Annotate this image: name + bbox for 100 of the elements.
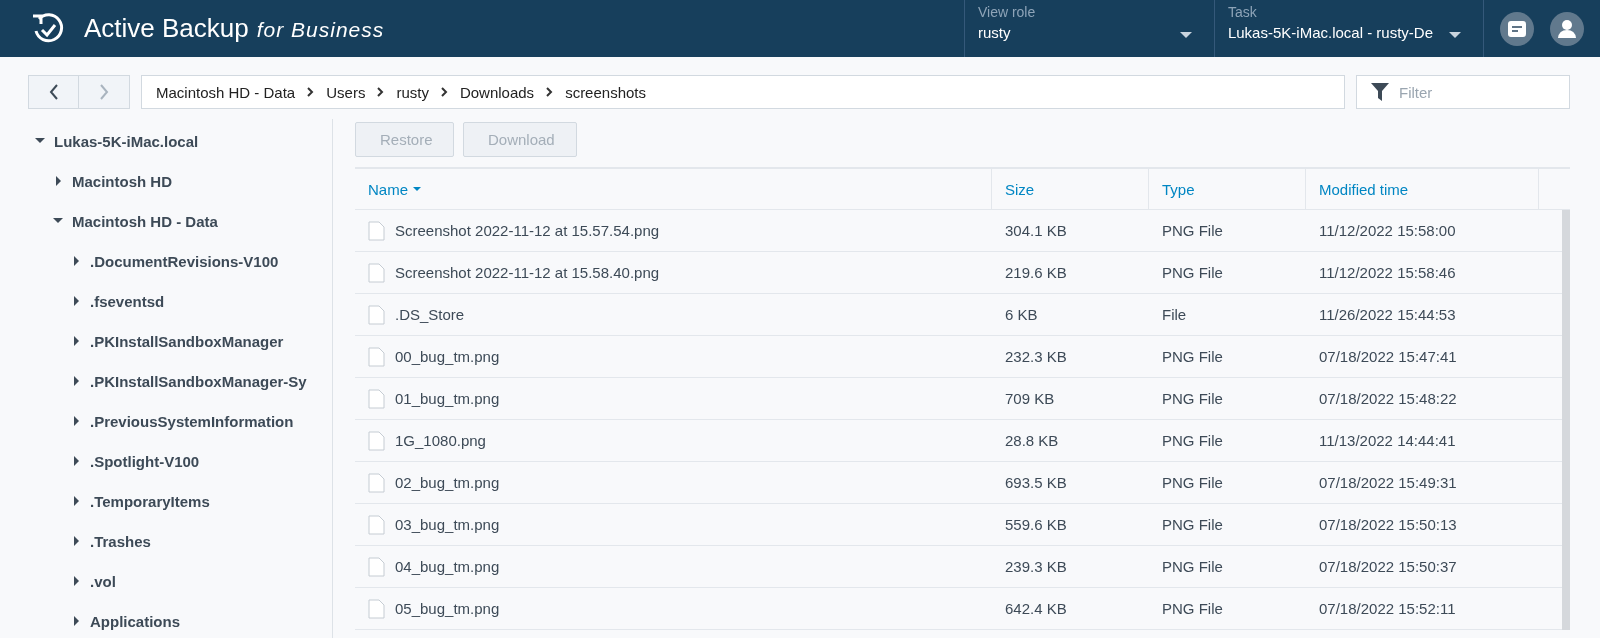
caret-down-icon [53, 216, 63, 226]
file-icon [368, 262, 385, 283]
tree-item[interactable]: .DocumentRevisions-V100 [71, 241, 332, 281]
sort-caret-icon [413, 187, 421, 191]
table-cell-text: PNG File [1161, 557, 1224, 577]
file-name: 00_bug_tm.png [395, 348, 500, 365]
chevron-right-icon [377, 87, 385, 97]
breadcrumb-item[interactable]: Users [326, 83, 366, 101]
file-icon [368, 430, 385, 451]
dropdown-value: Lukas-5K-iMac.local - rusty-De [1227, 24, 1433, 41]
file-icon [368, 388, 385, 409]
file-name: 01_bug_tm.png [395, 390, 500, 407]
table-cell-text: PNG File [1161, 263, 1224, 283]
caret-right-icon [71, 456, 81, 466]
file-icon [368, 346, 385, 367]
table-cell-text: PNG File [1161, 515, 1224, 535]
table-cell-text: 11/26/2022 15:44:53 [1318, 305, 1457, 325]
chevron-right-icon [440, 87, 448, 97]
column-header[interactable]: Type [1149, 169, 1306, 209]
tree-item[interactable]: .PKInstallSandboxManager-Sy [71, 361, 332, 401]
table-cell-text: 07/18/2022 15:48:22 [1318, 389, 1458, 409]
breadcrumb-item[interactable]: Macintosh HD - Data [156, 83, 296, 101]
table-cell-text: PNG File [1161, 473, 1224, 493]
messages-button[interactable] [1500, 11, 1534, 46]
tree-item[interactable]: .PKInstallSandboxManager [71, 321, 332, 361]
dropdown[interactable]: Task Lukas-5K-iMac.local - rusty-De [1213, 0, 1483, 57]
file-name: Screenshot 2022-11-12 at 15.57.54.png [395, 222, 660, 239]
table-cell-text: 07/18/2022 15:50:13 [1318, 515, 1458, 535]
table-cell-text: 07/18/2022 15:50:37 [1318, 557, 1458, 577]
tree-item[interactable]: .Spotlight-V100 [71, 441, 332, 481]
breadcrumb-item[interactable]: rusty [396, 83, 429, 101]
scrollbar[interactable] [1562, 210, 1570, 630]
tree-item[interactable]: .TemporaryItems [71, 481, 332, 521]
breadcrumb-item[interactable]: screenshots [565, 83, 646, 101]
app-subtitle: for Business [256, 18, 385, 42]
dropdown[interactable]: View role rusty [963, 0, 1214, 57]
table-cell-text: 239.3 KB [1004, 557, 1068, 577]
file-icon [368, 598, 385, 619]
user-icon [1557, 18, 1577, 39]
table-cell-text: 709 KB [1004, 389, 1056, 409]
file-name: 1G_1080.png [395, 432, 486, 449]
caret-right-icon [71, 616, 81, 626]
column-header[interactable]: Modified time [1306, 169, 1539, 209]
caret-right-icon [71, 376, 81, 386]
table-cell-text: 219.6 KB [1004, 263, 1068, 283]
breadcrumb-item[interactable]: Downloads [459, 83, 535, 101]
table-cell-text: 6 KB [1004, 305, 1039, 325]
table-cell-text: 07/18/2022 15:52:11 [1318, 599, 1457, 619]
table-cell-text: 693.5 KB [1004, 473, 1068, 493]
table-cell-text: 28.8 KB [1004, 431, 1060, 451]
caret-right-icon [71, 416, 81, 426]
tree-item[interactable]: Applications [71, 601, 332, 638]
table-cell-text: File [1161, 305, 1188, 325]
dropdown-label: View role [977, 4, 1036, 20]
table-cell-text: 232.3 KB [1004, 347, 1068, 367]
chevron-right-icon [546, 87, 554, 97]
caret-right-icon [71, 536, 81, 546]
tree-item[interactable]: Lukas-5K-iMac.local [35, 121, 332, 161]
chevron-right-icon [99, 84, 109, 100]
chevron-right-icon [307, 87, 315, 97]
file-icon [368, 472, 385, 493]
file-icon [368, 220, 385, 241]
table-cell-text: 11/13/2022 14:44:41 [1318, 431, 1457, 451]
table-cell-text: 07/18/2022 15:49:31 [1318, 473, 1458, 493]
tree-item[interactable]: .vol [71, 561, 332, 601]
table-cell-text: PNG File [1161, 599, 1224, 619]
app-title: Active Backup [84, 13, 249, 44]
caret-right-icon [53, 176, 63, 186]
table-cell-text: PNG File [1161, 221, 1224, 241]
tree-item[interactable]: Macintosh HD - Data [53, 201, 332, 241]
file-name: 03_bug_tm.png [395, 516, 500, 533]
tree-item[interactable]: Macintosh HD [53, 161, 332, 201]
file-icon [368, 556, 385, 577]
tree-item[interactable]: .Trashes [71, 521, 332, 561]
caret-right-icon [71, 496, 81, 506]
caret-right-icon [71, 296, 81, 306]
filter-field[interactable]: Filter [1356, 75, 1570, 109]
caret-icon [1179, 32, 1192, 38]
message-icon [1507, 19, 1527, 38]
column-header[interactable]: Name [355, 169, 992, 209]
tree-item[interactable]: .PreviousSystemInformation [71, 401, 332, 441]
table-cell-text: 11/12/2022 15:58:00 [1318, 221, 1457, 241]
back-button[interactable] [28, 75, 79, 109]
table-cell-text: PNG File [1161, 389, 1224, 409]
caret-down-icon [35, 136, 45, 146]
dropdown-value: rusty [977, 24, 1012, 41]
table-cell-text: PNG File [1161, 431, 1224, 451]
file-name: 04_bug_tm.png [395, 558, 500, 575]
user-button[interactable] [1550, 11, 1584, 46]
chevron-left-icon [48, 84, 59, 100]
tree-item[interactable]: .fseventsd [71, 281, 332, 321]
column-header[interactable]: Size [992, 169, 1149, 209]
filter-icon [1370, 82, 1390, 102]
table-cell-text: 11/12/2022 15:58:46 [1318, 263, 1457, 283]
file-icon [368, 304, 385, 325]
table-cell-text: 304.1 KB [1004, 221, 1068, 241]
table-cell-text: 559.6 KB [1004, 515, 1068, 535]
caret-right-icon [71, 336, 81, 346]
table-cell-text: 642.4 KB [1004, 599, 1068, 619]
file-icon [368, 514, 385, 535]
